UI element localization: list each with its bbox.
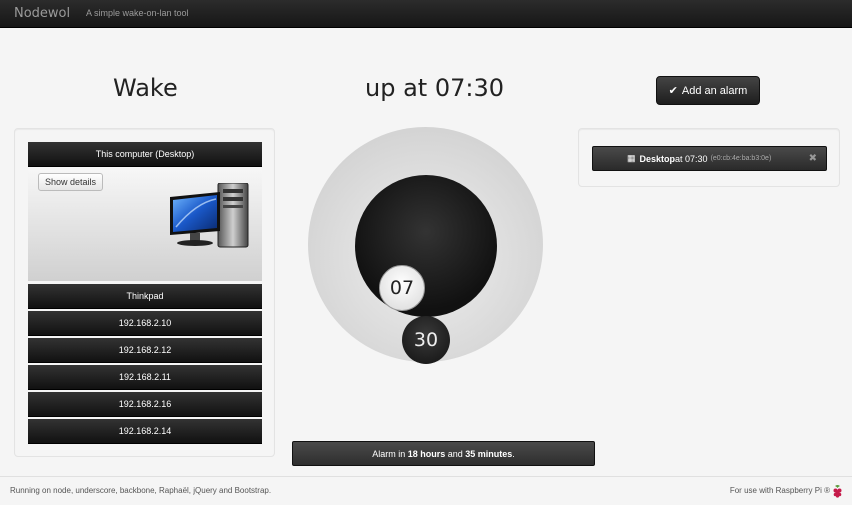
device-label: 192.168.2.10 [118,318,172,328]
footer: Running on node, underscore, backbone, R… [0,476,852,505]
alarm-list: ▦ Desktop at 07:30 (e0:cb:4e:ba:b3:0e) ✖ [578,128,840,187]
check-icon: ✔ [668,85,678,97]
add-alarm-button[interactable]: ✔ Add an alarm [656,76,760,105]
alarm-time: at 07:30 [675,153,708,164]
dial-center [355,175,497,317]
device-item-ip[interactable]: 192.168.2.12 [28,338,262,362]
brand[interactable]: Nodewol [14,6,70,21]
desktop-computer-icon [170,183,249,248]
countdown-hours: 18 hours [407,448,446,459]
footer-raspberry: For use with Raspberry Pi ® [729,486,830,495]
device-label: 192.168.2.11 [119,372,171,382]
device-item-ip[interactable]: 192.168.2.16 [28,392,262,416]
device-item-desktop[interactable]: This computer (Desktop) [28,142,262,166]
countdown-minutes: 35 minutes [465,448,513,459]
device-label: 192.168.2.16 [118,399,172,409]
wake-heading: Wake [113,74,178,102]
device-label: This computer (Desktop) [95,149,195,159]
device-item-thinkpad[interactable]: Thinkpad [28,284,262,308]
device-label: 192.168.2.12 [118,345,172,355]
show-details-button[interactable]: Show details [38,173,103,191]
footer-credits: Running on node, underscore, backbone, R… [10,486,272,495]
alarm-item[interactable]: ▦ Desktop at 07:30 (e0:cb:4e:ba:b3:0e) ✖ [592,146,827,171]
alarm-countdown: Alarm in 18 hours and 35 minutes. [292,441,595,466]
device-label: Thinkpad [126,291,164,301]
hour-knob[interactable]: 07 [379,265,425,311]
raspberry-pi-icon [833,485,842,498]
device-item-ip[interactable]: 192.168.2.14 [28,419,262,443]
device-details-panel: Show details [28,167,262,281]
navbar: Nodewol A simple wake-on-lan tool [0,0,852,28]
add-alarm-label: Add an alarm [681,84,748,97]
tagline: A simple wake-on-lan tool [86,8,189,18]
alarm-mac: (e0:cb:4e:ba:b3:0e) [710,155,772,162]
minute-knob[interactable]: 30 [402,316,450,364]
close-icon[interactable]: ✖ [809,153,817,164]
device-label: 192.168.2.14 [118,426,172,436]
wake-time-heading: up at 07:30 [365,74,504,102]
alarm-device: Desktop [639,153,676,164]
calendar-icon: ▦ [627,153,636,163]
device-list: This computer (Desktop) Show details Thi… [14,128,275,457]
device-item-ip[interactable]: 192.168.2.11 [28,365,262,389]
device-item-ip[interactable]: 192.168.2.10 [28,311,262,335]
